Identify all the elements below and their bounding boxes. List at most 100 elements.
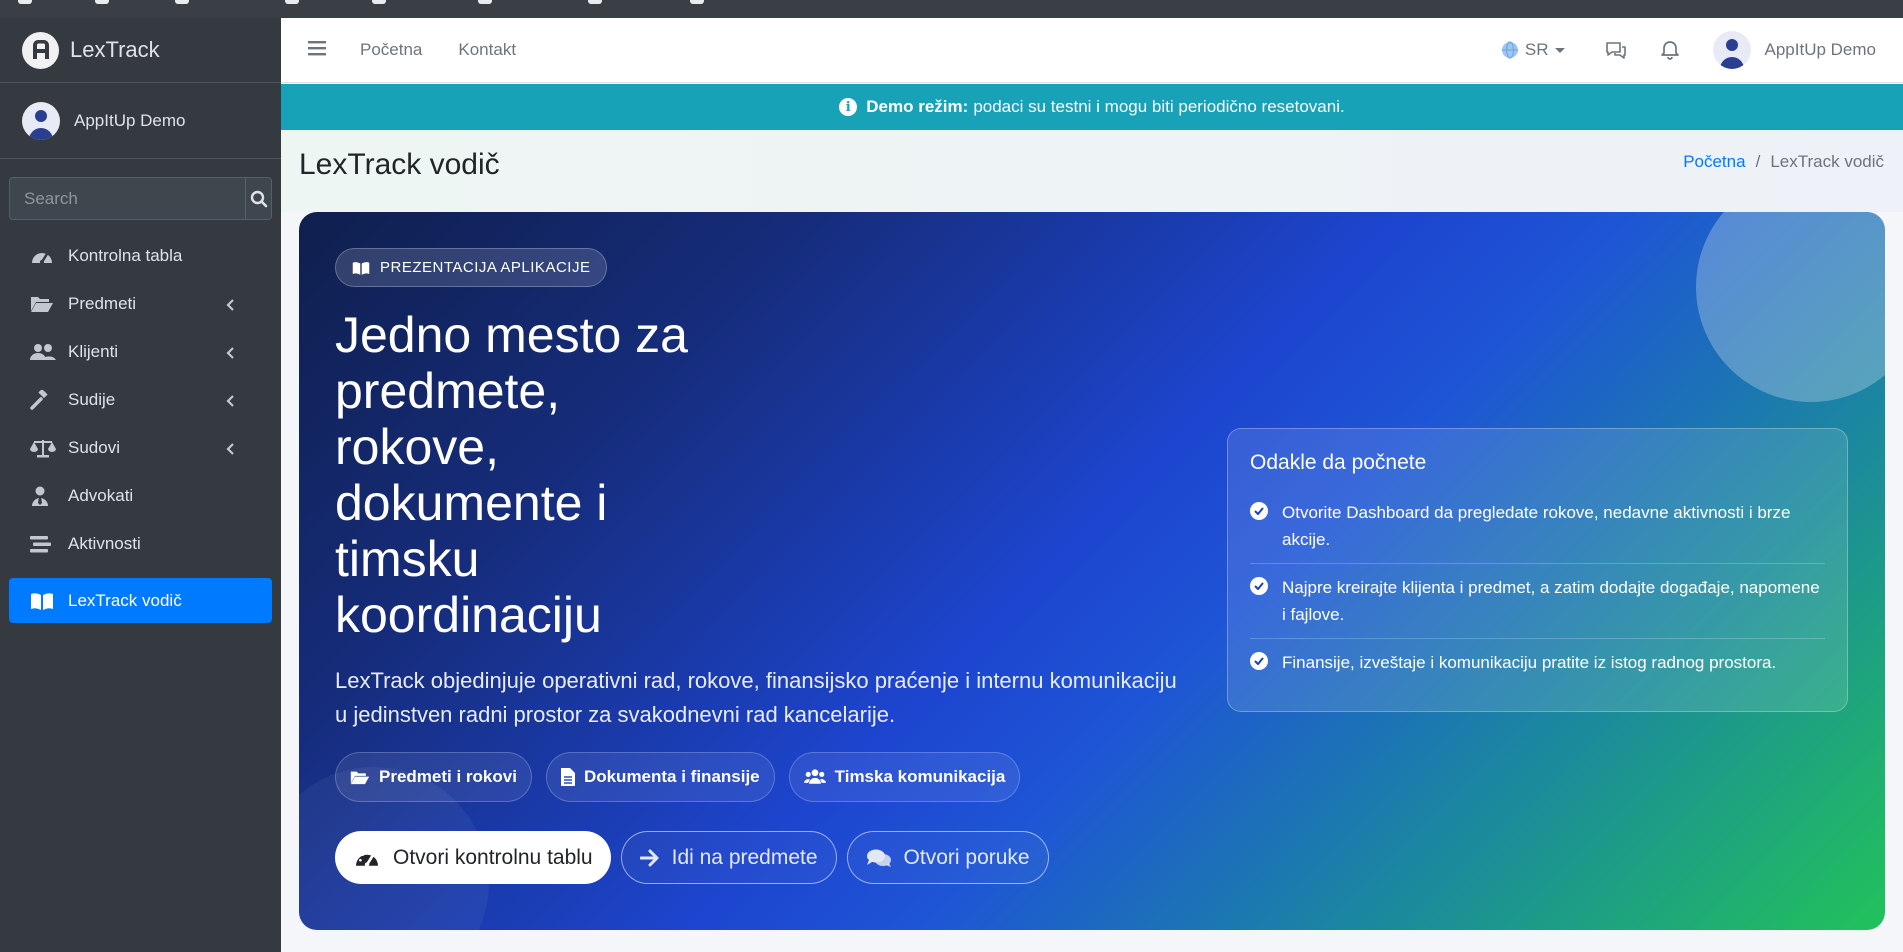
header-user-name: AppItUp Demo bbox=[1764, 40, 1877, 59]
book-open-icon bbox=[30, 590, 56, 612]
book-open-icon bbox=[352, 261, 370, 275]
gavel-icon bbox=[30, 389, 56, 411]
list-item: Najpre kreirajte klijenta i predmet, a z… bbox=[1250, 564, 1825, 639]
avatar bbox=[22, 101, 60, 140]
avatar bbox=[1712, 31, 1751, 69]
feature-tag-komunikacija[interactable]: Timska komunikacija bbox=[788, 752, 1021, 802]
sidebar-user-name: AppItUp Demo bbox=[74, 110, 186, 130]
breadcrumb-home-link[interactable]: Početna bbox=[1683, 152, 1745, 172]
messages-icon[interactable] bbox=[1605, 41, 1627, 59]
brand-name: LexTrack bbox=[70, 37, 160, 62]
file-icon bbox=[560, 768, 575, 786]
gauge-icon bbox=[30, 245, 56, 267]
stream-icon bbox=[30, 533, 56, 555]
open-messages-button[interactable]: Otvori poruke bbox=[846, 831, 1049, 884]
scale-icon bbox=[30, 437, 56, 459]
list-item: Finansije, izveštaje i komunikaciju prat… bbox=[1250, 639, 1825, 686]
feature-tag-dokumenta[interactable]: Dokumenta i finansije bbox=[545, 752, 775, 802]
check-circle-icon bbox=[1250, 502, 1268, 520]
banner-strong: Demo režim: bbox=[866, 97, 969, 116]
hero-title: Jedno mesto za predmete, rokove, dokumen… bbox=[335, 307, 688, 643]
top-navbar: Početna Kontakt SR AppItUp Demo bbox=[281, 18, 1903, 83]
nav-link-kontakt[interactable]: Kontakt bbox=[458, 40, 516, 60]
sidebar-item-advokati[interactable]: Advokati bbox=[9, 472, 272, 520]
language-code: SR bbox=[1524, 40, 1549, 59]
sidebar-item-sudovi[interactable]: Sudovi bbox=[9, 424, 272, 472]
sidebar-item-aktivnosti[interactable]: Aktivnosti bbox=[9, 520, 272, 568]
demo-mode-banner: i Demo režim: podaci su testni i mogu bi… bbox=[281, 84, 1903, 130]
banner-text: podaci su testni i mogu biti periodično … bbox=[973, 97, 1345, 116]
info-icon: i bbox=[839, 98, 858, 116]
breadcrumb: Početna / LexTrack vodič bbox=[1683, 152, 1884, 172]
sidebar-item-label: Kontrolna tabla bbox=[68, 246, 183, 265]
check-circle-icon bbox=[1250, 652, 1268, 670]
search-button[interactable] bbox=[245, 178, 271, 219]
feature-tags: Predmeti i rokovi Dokumenta i finansije … bbox=[335, 752, 1034, 802]
sidebar-item-kontrolna-tabla[interactable]: Kontrolna tabla bbox=[9, 232, 272, 280]
nav-link-pocetna[interactable]: Početna bbox=[360, 40, 422, 60]
breadcrumb-current: LexTrack vodič bbox=[1770, 152, 1884, 171]
sidebar-search bbox=[9, 177, 272, 220]
search-icon bbox=[250, 190, 267, 207]
list-item: Otvorite Dashboard da pregledate rokove,… bbox=[1250, 489, 1825, 564]
sidebar-item-lextrack-vodic[interactable]: LexTrack vodič bbox=[9, 578, 272, 623]
users-icon bbox=[30, 341, 56, 363]
sidebar-nav: Kontrolna tabla Predmeti Klijenti Sudije… bbox=[0, 232, 281, 623]
hero-actions: Otvori kontrolnu tablu Idi na predmete O… bbox=[335, 831, 1059, 884]
feature-tag-label: Timska komunikacija bbox=[834, 767, 1006, 786]
section-pill: PREZENTACIJA APLIKACIJE bbox=[335, 248, 608, 287]
feature-tag-label: Predmeti i rokovi bbox=[379, 767, 517, 786]
language-dropdown[interactable]: SR bbox=[1501, 40, 1565, 60]
users-icon bbox=[803, 769, 826, 784]
sidebar-item-predmeti[interactable]: Predmeti bbox=[9, 280, 272, 328]
sidebar-item-label: Advokati bbox=[68, 486, 134, 505]
brand-logo-icon bbox=[22, 31, 59, 69]
sidebar-item-label: Klijenti bbox=[68, 342, 119, 361]
pill-label: PREZENTACIJA APLIKACIJE bbox=[380, 259, 591, 276]
search-input[interactable] bbox=[10, 178, 245, 219]
decorative-circle bbox=[1696, 212, 1885, 402]
chevron-left-icon bbox=[226, 392, 234, 412]
browser-tab-strip bbox=[0, 0, 1903, 18]
breadcrumb-separator: / bbox=[1755, 152, 1761, 171]
brand-link[interactable]: LexTrack bbox=[0, 18, 281, 83]
button-label: Idi na predmete bbox=[671, 845, 818, 869]
sidebar-item-label: Sudije bbox=[68, 390, 116, 409]
getting-started-card: Odakle da počnete Otvorite Dashboard da … bbox=[1227, 428, 1848, 712]
sidebar-item-label: Aktivnosti bbox=[68, 534, 141, 553]
list-item-text: Najpre kreirajte klijenta i predmet, a z… bbox=[1282, 578, 1820, 624]
feature-tag-label: Dokumenta i finansije bbox=[583, 767, 760, 786]
sidebar-item-label: LexTrack vodič bbox=[68, 590, 182, 610]
hamburger-menu-icon[interactable] bbox=[308, 40, 334, 61]
arrow-right-icon bbox=[639, 849, 659, 866]
button-label: Otvori kontrolnu tablu bbox=[393, 845, 593, 869]
chevron-left-icon bbox=[226, 344, 234, 364]
list-item-text: Finansije, izveštaje i komunikaciju prat… bbox=[1282, 653, 1777, 672]
user-tie-icon bbox=[30, 485, 56, 507]
sidebar-item-label: Predmeti bbox=[68, 294, 137, 313]
folder-open-icon bbox=[350, 771, 370, 784]
page-title: LexTrack vodič bbox=[299, 148, 500, 181]
sidebar: LexTrack AppItUp Demo Kontrolna tabla Pr… bbox=[0, 18, 281, 952]
sidebar-item-sudije[interactable]: Sudije bbox=[9, 376, 272, 424]
card-title: Odakle da počnete bbox=[1250, 451, 1427, 474]
check-circle-icon bbox=[1250, 577, 1268, 595]
list-item-text: Otvorite Dashboard da pregledate rokove,… bbox=[1282, 503, 1791, 549]
open-dashboard-button[interactable]: Otvori kontrolnu tablu bbox=[335, 831, 611, 884]
go-to-cases-button[interactable]: Idi na predmete bbox=[620, 831, 837, 884]
header-user-menu[interactable]: AppItUp Demo bbox=[1712, 31, 1877, 69]
content-header: LexTrack vodič Početna / LexTrack vodič bbox=[281, 130, 1903, 212]
feature-tag-predmeti[interactable]: Predmeti i rokovi bbox=[335, 752, 532, 802]
chevron-left-icon bbox=[226, 440, 234, 460]
folder-open-icon bbox=[30, 293, 56, 315]
globe-icon bbox=[1501, 41, 1518, 59]
button-label: Otvori poruke bbox=[903, 845, 1030, 869]
sidebar-item-klijenti[interactable]: Klijenti bbox=[9, 328, 272, 376]
comments-icon bbox=[866, 849, 891, 867]
gauge-icon bbox=[356, 850, 378, 867]
caret-down-icon bbox=[1554, 47, 1565, 53]
hero-section: PREZENTACIJA APLIKACIJE Jedno mesto za p… bbox=[299, 212, 1885, 930]
hero-description: LexTrack objedinjuje operativni rad, rok… bbox=[335, 668, 1177, 727]
bell-icon[interactable] bbox=[1660, 40, 1679, 60]
user-panel[interactable]: AppItUp Demo bbox=[0, 83, 281, 159]
